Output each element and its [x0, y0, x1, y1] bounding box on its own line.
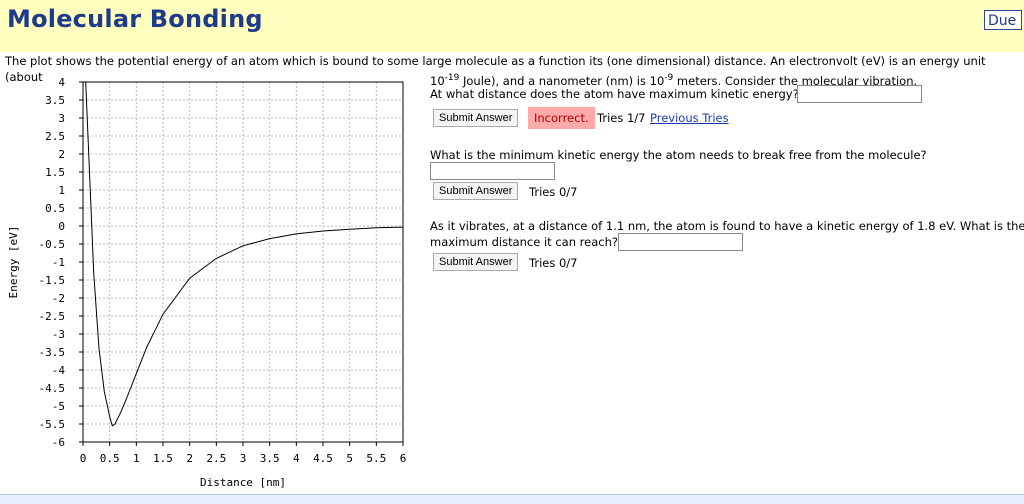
x-tick-label: 2.5: [206, 452, 226, 465]
y-tick-label: -2: [52, 292, 65, 305]
intro-sup: -9: [664, 73, 674, 83]
y-tick-label: 2: [58, 148, 65, 161]
page-title: Molecular Bonding: [7, 5, 263, 33]
q1-tries: Tries 1/7: [597, 111, 646, 125]
y-tick-label: -2.5: [39, 310, 66, 323]
y-tick-label: 3.5: [45, 94, 65, 107]
x-tick-label: 3: [240, 452, 247, 465]
q3-text-line2: maximum distance it can reach?: [430, 235, 618, 249]
x-tick-label: 0: [80, 452, 87, 465]
x-tick-label: 4.5: [313, 452, 333, 465]
y-tick-label: 1.5: [45, 166, 65, 179]
q1-text: At what distance does the atom have maxi…: [430, 87, 799, 101]
x-tick-label: 0.5: [100, 452, 120, 465]
q2-tries: Tries 0/7: [529, 185, 578, 199]
y-tick-label: 2.5: [45, 130, 65, 143]
x-tick-label: 6: [400, 452, 407, 465]
x-tick-label: 5.5: [366, 452, 386, 465]
intro-sup: -19: [444, 73, 460, 83]
due-button[interactable]: Due: [984, 10, 1022, 30]
y-tick-label: -1.5: [39, 274, 66, 287]
q3-submit-button[interactable]: Submit Answer: [433, 253, 519, 271]
header-banner: Molecular Bonding Due: [0, 0, 1024, 52]
q3-text-line1: As it vibrates, at a distance of 1.1 nm,…: [430, 219, 1024, 233]
y-tick-label: 0: [58, 220, 65, 233]
y-tick-label: -4: [52, 364, 66, 377]
x-tick-label: 1: [133, 452, 140, 465]
y-tick-label: -0.5: [39, 238, 66, 251]
x-tick-label: 4: [293, 452, 300, 465]
q2-answer-input[interactable]: [430, 162, 555, 180]
q2-text: What is the minimum kinetic energy the a…: [430, 148, 927, 162]
q1-answer-input[interactable]: [797, 85, 922, 103]
potential-energy-chart: 4 3.5 3 2.5 2 1.5 1 0.5 0 -0.5 -1 -1.5 -2 -2.5 -3 -3.5 -…: [7, 76, 407, 489]
q3-tries: Tries 0/7: [529, 256, 578, 270]
chart-series: [85, 81, 404, 427]
y-tick-label: -4.5: [39, 382, 66, 395]
y-tick-label: -1: [52, 256, 65, 269]
y-tick-labels: 4 3.5 3 2.5 2 1.5 1 0.5 0 -0.5 -1 -1.5 -2 -2.5 -3 -3.5 -…: [39, 76, 83, 449]
y-tick-label: 0.5: [45, 202, 65, 215]
x-tick-label: 1.5: [153, 452, 173, 465]
x-tick-label: 2: [186, 452, 193, 465]
y-tick-label: -5.5: [39, 418, 66, 431]
x-tick-label: 3.5: [260, 452, 280, 465]
y-tick-label: 3: [58, 112, 65, 125]
y-tick-label: -5: [52, 400, 65, 413]
x-tick-label: 5: [346, 452, 353, 465]
q1-previous-tries-link[interactable]: Previous Tries: [650, 111, 729, 125]
y-axis-label: Energy [eV]: [7, 226, 20, 299]
q1-status-badge: Incorrect.: [528, 107, 595, 129]
y-tick-label: -6: [52, 436, 65, 449]
y-tick-label: 1: [58, 184, 65, 197]
potential-energy-curve: [85, 81, 404, 427]
x-axis-label: Distance [nm]: [200, 476, 286, 489]
q3-answer-input[interactable]: [618, 233, 743, 251]
q2-submit-button[interactable]: Submit Answer: [433, 182, 519, 200]
q1-submit-button[interactable]: Submit Answer: [433, 109, 519, 127]
y-tick-label: 4: [58, 76, 65, 89]
y-tick-label: -3: [52, 328, 65, 341]
x-tick-labels: 0 0.5 1 1.5 2 2.5 3 3.5 4 4.5 5 5.5 6: [80, 442, 407, 465]
y-tick-label: -3.5: [39, 346, 66, 359]
